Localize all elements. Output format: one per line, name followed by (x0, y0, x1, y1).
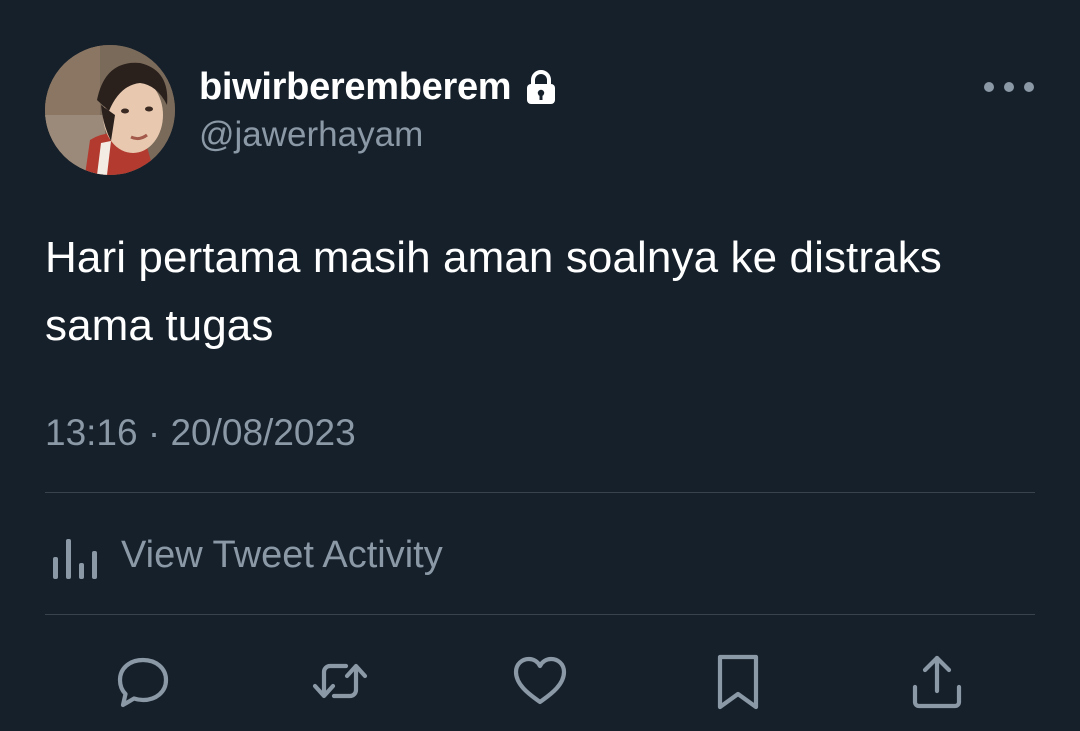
bar-chart-icon (53, 539, 97, 579)
like-button[interactable] (505, 646, 575, 716)
view-tweet-activity-label: View Tweet Activity (121, 534, 443, 576)
view-tweet-activity-button[interactable]: View Tweet Activity (45, 524, 443, 586)
bookmark-button[interactable] (703, 646, 773, 716)
more-options-button[interactable] (978, 72, 1040, 102)
tweet-timestamp[interactable]: 13:16 · 20/08/2023 (45, 410, 356, 456)
share-button[interactable] (902, 646, 972, 716)
share-icon (912, 655, 962, 709)
retweet-icon (312, 663, 368, 699)
divider (45, 614, 1035, 615)
reply-button[interactable] (108, 646, 178, 716)
tweet-text: Hari pertama masih aman soalnya ke distr… (45, 233, 942, 350)
tweet-action-bar (0, 646, 1080, 716)
display-name[interactable]: biwirberemberem (199, 64, 512, 110)
avatar-photo (45, 45, 175, 175)
avatar[interactable] (45, 45, 175, 175)
bookmark-icon (717, 654, 759, 710)
reply-icon (117, 657, 169, 708)
retweet-button[interactable] (305, 646, 375, 716)
tweet-detail: biwirberemberem @jawerhayam Hari pertama… (0, 0, 1080, 731)
lock-icon (525, 70, 557, 106)
heart-icon (513, 656, 567, 705)
user-handle[interactable]: @jawerhayam (199, 114, 423, 156)
divider (45, 492, 1035, 493)
more-options-icon (984, 82, 1034, 92)
author-name-row: biwirberemberem (199, 64, 557, 110)
